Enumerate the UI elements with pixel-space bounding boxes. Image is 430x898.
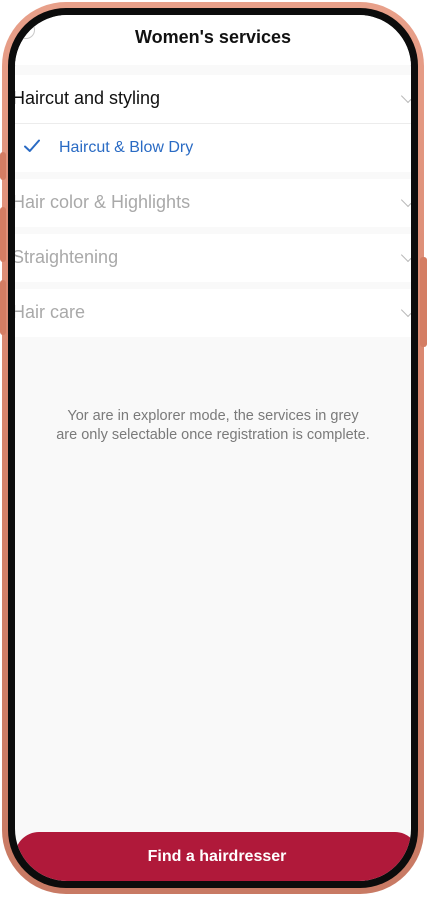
find-hairdresser-button[interactable]: Find a hairdresser xyxy=(15,832,411,881)
chevron-down-icon xyxy=(400,302,411,318)
service-item-haircut-blow-dry[interactable]: Haircut & Blow Dry xyxy=(15,123,411,172)
chevron-down-icon xyxy=(400,192,411,208)
mute-switch xyxy=(0,152,6,180)
category-label: Straightening xyxy=(15,247,119,267)
page-title: Women's services xyxy=(134,27,292,47)
category-label: Hair care xyxy=(15,302,86,322)
category-label: Hair color & Highlights xyxy=(15,192,191,212)
volume-down-button xyxy=(0,280,6,335)
category-straightening[interactable]: Straightening xyxy=(15,234,411,282)
service-item-label: Haircut & Blow Dry xyxy=(59,139,194,156)
services-list: Haircut and styling Haircut & Blow Dry H… xyxy=(15,75,411,337)
chevron-down-icon xyxy=(400,88,411,104)
volume-up-button xyxy=(0,207,6,262)
category-label: Haircut and styling xyxy=(15,88,161,108)
category-haircut-and-styling[interactable]: Haircut and styling xyxy=(15,75,411,123)
header: Women's services xyxy=(15,15,411,65)
screen: Women's services Haircut and styling Hai… xyxy=(15,15,411,881)
chevron-down-icon xyxy=(400,247,411,263)
power-button xyxy=(420,257,427,347)
category-hair-care[interactable]: Hair care xyxy=(15,289,411,337)
device-frame: Women's services Haircut and styling Hai… xyxy=(0,2,427,894)
checkmark-icon xyxy=(24,139,40,152)
category-hair-color-highlights[interactable]: Hair color & Highlights xyxy=(15,179,411,227)
explorer-mode-notice: Yor are in explorer mode, the services i… xyxy=(56,408,370,443)
device-bezel: Women's services Haircut and styling Hai… xyxy=(8,8,418,888)
